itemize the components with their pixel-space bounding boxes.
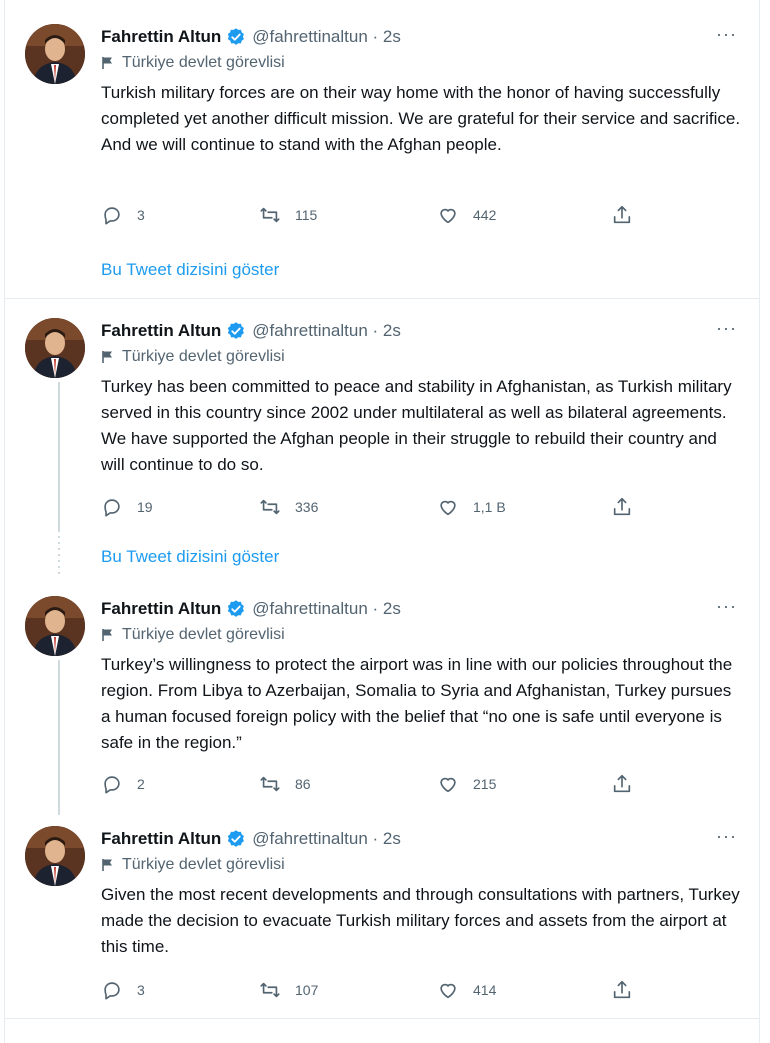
reply-icon bbox=[104, 776, 120, 794]
show-thread-link[interactable]: Bu Tweet dizisini göster bbox=[101, 547, 279, 567]
verified-badge-icon bbox=[226, 321, 246, 341]
author-handle[interactable]: @fahrettinaltun · 2s bbox=[252, 829, 401, 849]
retweet-count: 107 bbox=[295, 982, 319, 998]
avatar[interactable] bbox=[25, 318, 85, 378]
author-name[interactable]: Fahrettin Altun bbox=[101, 321, 221, 341]
more-options-icon[interactable]: ··· bbox=[716, 318, 737, 338]
retweet-button[interactable]: 336 bbox=[259, 496, 318, 518]
author-name[interactable]: Fahrettin Altun bbox=[101, 27, 221, 47]
more-options-icon[interactable]: ··· bbox=[716, 826, 737, 846]
account-label-text: Türkiye devlet görevlisi bbox=[122, 348, 285, 365]
share-button[interactable] bbox=[611, 773, 647, 795]
share-button[interactable] bbox=[611, 204, 647, 226]
tweet[interactable]: Fahrettin Altun @fahrettinaltun · 2s ···… bbox=[5, 24, 759, 294]
author-name[interactable]: Fahrettin Altun bbox=[101, 829, 221, 849]
like-count: 215 bbox=[473, 776, 497, 792]
retweet-button[interactable]: 107 bbox=[259, 979, 318, 1001]
flag-icon bbox=[102, 351, 112, 363]
flag-icon bbox=[102, 859, 112, 871]
author-handle[interactable]: @fahrettinaltun · 2s bbox=[252, 321, 401, 341]
tweet-text: Turkey has been committed to peace and s… bbox=[101, 377, 732, 474]
reply-button[interactable]: 19 bbox=[101, 496, 153, 518]
reply-count: 19 bbox=[137, 499, 153, 515]
tweet-header: Fahrettin Altun @fahrettinaltun · 2s bbox=[101, 596, 401, 622]
reply-icon bbox=[104, 499, 120, 517]
like-count: 414 bbox=[473, 982, 497, 998]
tweet-header: Fahrettin Altun @fahrettinaltun · 2s bbox=[101, 24, 401, 50]
verified-badge-icon bbox=[226, 829, 246, 849]
author-name[interactable]: Fahrettin Altun bbox=[101, 599, 221, 619]
retweet-button[interactable]: 115 bbox=[259, 204, 317, 226]
tweet-timeline: Fahrettin Altun @fahrettinaltun · 2s ···… bbox=[4, 0, 760, 1043]
reply-button[interactable]: 3 bbox=[101, 979, 145, 1001]
author-handle[interactable]: @fahrettinaltun · 2s bbox=[252, 599, 401, 619]
flag-icon bbox=[102, 57, 112, 69]
retweet-icon bbox=[260, 982, 280, 998]
author-handle[interactable]: @fahrettinaltun · 2s bbox=[252, 27, 401, 47]
more-options-icon[interactable]: ··· bbox=[716, 596, 737, 616]
retweet-count: 336 bbox=[295, 499, 319, 515]
like-count: 1,1 B bbox=[473, 499, 506, 515]
reply-count: 3 bbox=[137, 207, 145, 223]
tweet-header: Fahrettin Altun @fahrettinaltun · 2s bbox=[101, 826, 401, 852]
reply-icon bbox=[104, 982, 120, 1000]
like-icon bbox=[440, 983, 456, 999]
reply-count: 3 bbox=[137, 982, 145, 998]
tweet-text: Turkish military forces are on their way… bbox=[101, 83, 741, 154]
share-button[interactable] bbox=[611, 979, 647, 1001]
like-button[interactable]: 442 bbox=[437, 204, 496, 226]
account-label-text: Türkiye devlet görevlisi bbox=[122, 856, 285, 873]
like-button[interactable]: 1,1 B bbox=[437, 496, 506, 518]
verified-badge-icon bbox=[226, 27, 246, 47]
share-icon bbox=[613, 980, 631, 999]
avatar[interactable] bbox=[25, 24, 85, 84]
retweet-icon bbox=[260, 776, 280, 792]
like-button[interactable]: 215 bbox=[437, 773, 496, 795]
retweet-icon bbox=[260, 207, 280, 223]
account-label-text: Türkiye devlet görevlisi bbox=[122, 626, 285, 643]
tweet-actions: 19 336 1,1 B bbox=[101, 496, 661, 520]
reply-icon bbox=[104, 207, 120, 225]
avatar[interactable] bbox=[25, 826, 85, 886]
share-icon bbox=[613, 774, 631, 793]
like-button[interactable]: 414 bbox=[437, 979, 496, 1001]
reply-count: 2 bbox=[137, 776, 145, 792]
share-button[interactable] bbox=[611, 496, 647, 518]
account-label: Türkiye devlet görevlisi bbox=[101, 348, 285, 366]
tweet-actions: 2 86 215 bbox=[101, 773, 661, 797]
avatar[interactable] bbox=[25, 596, 85, 656]
separator bbox=[5, 1018, 759, 1019]
tweet-text: Given the most recent developments and t… bbox=[101, 885, 740, 956]
tweet[interactable]: Fahrettin Altun @fahrettinaltun · 2s ···… bbox=[5, 596, 759, 806]
like-icon bbox=[440, 500, 456, 516]
reply-button[interactable]: 2 bbox=[101, 773, 145, 795]
tweet-header: Fahrettin Altun @fahrettinaltun · 2s bbox=[101, 318, 401, 344]
tweet[interactable]: Fahrettin Altun @fahrettinaltun · 2s ···… bbox=[5, 826, 759, 1011]
tweet-actions: 3 107 414 bbox=[101, 979, 661, 1003]
more-options-icon[interactable]: ··· bbox=[716, 24, 737, 44]
reply-button[interactable]: 3 bbox=[101, 204, 145, 226]
account-label-text: Türkiye devlet görevlisi bbox=[122, 54, 285, 71]
separator bbox=[5, 298, 759, 299]
tweet[interactable]: Fahrettin Altun @fahrettinaltun · 2s ···… bbox=[5, 318, 759, 580]
share-icon bbox=[613, 205, 631, 224]
flag-icon bbox=[102, 629, 112, 641]
verified-badge-icon bbox=[226, 599, 246, 619]
account-label: Türkiye devlet görevlisi bbox=[101, 626, 285, 644]
share-icon bbox=[613, 497, 631, 516]
tweet-text: Turkey’s willingness to protect the airp… bbox=[101, 655, 733, 752]
tweet-actions: 3 115 442 bbox=[101, 204, 661, 228]
retweet-count: 86 bbox=[295, 776, 311, 792]
show-thread-link[interactable]: Bu Tweet dizisini göster bbox=[101, 260, 279, 280]
retweet-icon bbox=[260, 499, 280, 515]
like-icon bbox=[440, 777, 456, 793]
retweet-button[interactable]: 86 bbox=[259, 773, 311, 795]
retweet-count: 115 bbox=[295, 207, 318, 223]
account-label: Türkiye devlet görevlisi bbox=[101, 856, 285, 874]
like-count: 442 bbox=[473, 207, 497, 223]
like-icon bbox=[440, 208, 456, 224]
account-label: Türkiye devlet görevlisi bbox=[101, 54, 285, 72]
